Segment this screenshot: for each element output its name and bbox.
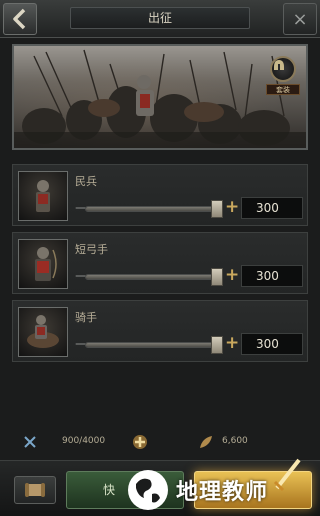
slider-thumb[interactable] bbox=[210, 336, 223, 354]
militia-portrait bbox=[18, 171, 68, 221]
rider-portrait bbox=[18, 307, 68, 357]
troop-row-rider: 骑手 — + 300 bbox=[12, 300, 308, 362]
troop-count-input[interactable]: 300 bbox=[241, 333, 303, 355]
battle-banner: 套装 bbox=[12, 44, 308, 150]
back-button[interactable] bbox=[3, 3, 37, 35]
troop-name: 民兵 bbox=[75, 175, 97, 188]
equipment-badge[interactable] bbox=[270, 56, 296, 82]
troops-icon bbox=[24, 436, 36, 448]
archer-portrait bbox=[18, 239, 68, 289]
plus-icon[interactable]: + bbox=[225, 335, 239, 352]
watermark: 地理教师 bbox=[122, 466, 320, 514]
food-value: 6,600 bbox=[222, 436, 248, 446]
globe-logo bbox=[128, 470, 168, 510]
watermark-text: 地理教师 bbox=[176, 480, 269, 505]
troop-name: 短弓手 bbox=[75, 243, 108, 256]
back-arrow-icon bbox=[13, 8, 26, 30]
slider-fill bbox=[86, 343, 217, 347]
troop-count-input[interactable]: 300 bbox=[241, 197, 303, 219]
troop-list: 民兵 — + 300 短弓手 — + 300 骑手 — + 300 bbox=[12, 164, 308, 368]
slider-thumb[interactable] bbox=[210, 200, 223, 218]
quick-label: 快 bbox=[103, 483, 116, 497]
troop-capacity: 900/4000 bbox=[62, 436, 106, 446]
helmet-icon bbox=[274, 60, 284, 70]
slider-fill bbox=[86, 275, 217, 279]
close-icon: × bbox=[292, 8, 308, 30]
top-bar: 出征 × bbox=[0, 0, 320, 38]
troop-count-input[interactable]: 300 bbox=[241, 265, 303, 287]
troop-slider[interactable] bbox=[85, 268, 223, 286]
plus-icon[interactable]: + bbox=[225, 199, 239, 216]
scroll-button[interactable] bbox=[14, 476, 56, 504]
slider-thumb[interactable] bbox=[210, 268, 223, 286]
resource-bar: 900/4000 6,600 bbox=[0, 428, 320, 456]
troop-row-militia: 民兵 — + 300 bbox=[12, 164, 308, 226]
close-button[interactable]: × bbox=[283, 3, 317, 35]
badge-label: 套装 bbox=[266, 84, 300, 95]
troop-row-archer: 短弓手 — + 300 bbox=[12, 232, 308, 294]
page-title: 出征 bbox=[70, 7, 250, 29]
slider-fill bbox=[86, 207, 217, 211]
scroll-icon bbox=[25, 483, 45, 497]
troop-slider[interactable] bbox=[85, 336, 223, 354]
plus-cross-icon bbox=[133, 435, 147, 449]
troop-name: 骑手 bbox=[75, 311, 97, 324]
food-icon bbox=[200, 436, 212, 448]
plus-icon[interactable]: + bbox=[225, 267, 239, 284]
battle-scene-illustration bbox=[14, 49, 306, 148]
troop-slider[interactable] bbox=[85, 200, 223, 218]
